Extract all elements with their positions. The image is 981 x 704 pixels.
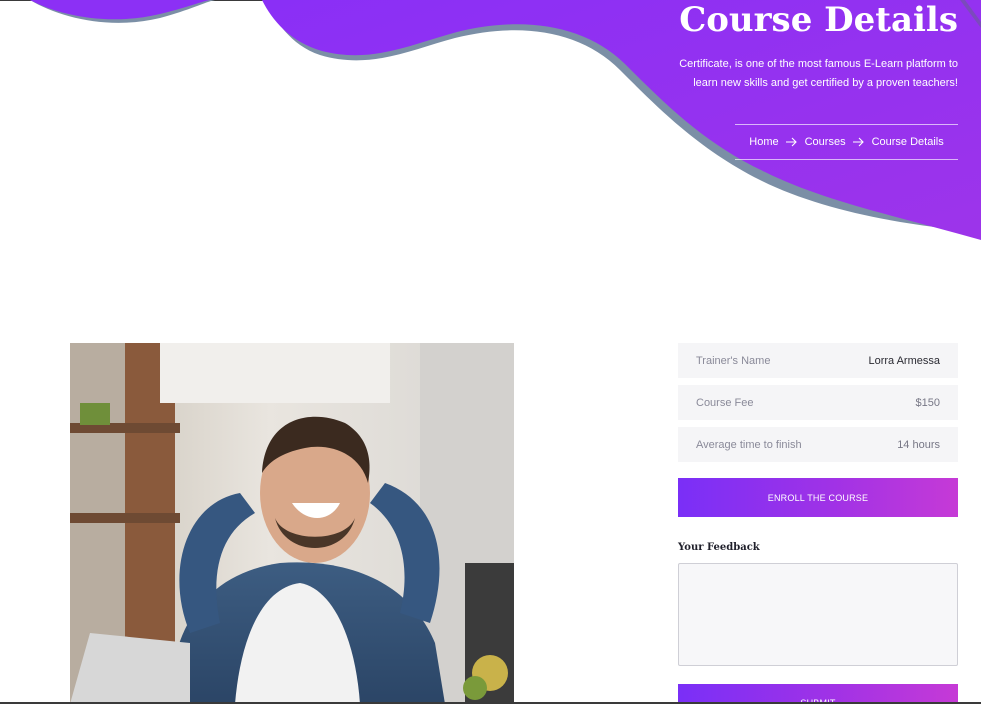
enroll-button[interactable]: ENROLL THE COURSE xyxy=(678,478,958,517)
arrow-right-icon xyxy=(779,137,805,147)
submit-button[interactable]: SUBMIT xyxy=(678,684,958,704)
average-time-key: Average time to finish xyxy=(696,438,802,451)
average-time-row: Average time to finish 14 hours xyxy=(678,427,958,462)
average-time-value: 14 hours xyxy=(897,438,940,451)
breadcrumb-home-link[interactable]: Home xyxy=(749,136,778,148)
page-title: Course Details xyxy=(679,0,958,40)
breadcrumb-current: Course Details xyxy=(871,136,944,148)
trainer-name-key: Trainer's Name xyxy=(696,354,771,367)
course-image xyxy=(70,343,514,704)
course-fee-key: Course Fee xyxy=(696,396,754,409)
trainer-name-value: Lorra Armessa xyxy=(868,354,940,367)
course-fee-value: $150 xyxy=(915,396,940,409)
trainer-name-row: Trainer's Name Lorra Armessa xyxy=(678,343,958,378)
hero-subtitle: Certificate, is one of the most famous E… xyxy=(679,58,958,89)
feedback-label: Your Feedback xyxy=(678,542,760,553)
breadcrumb: Home Courses Course Details xyxy=(735,133,958,151)
arrow-right-icon xyxy=(846,137,872,147)
breadcrumb-courses-link[interactable]: Courses xyxy=(805,136,846,148)
feedback-textarea[interactable] xyxy=(678,563,958,666)
breadcrumb-top-divider xyxy=(735,124,958,125)
course-fee-row: Course Fee $150 xyxy=(678,385,958,420)
breadcrumb-bottom-divider xyxy=(735,159,958,160)
